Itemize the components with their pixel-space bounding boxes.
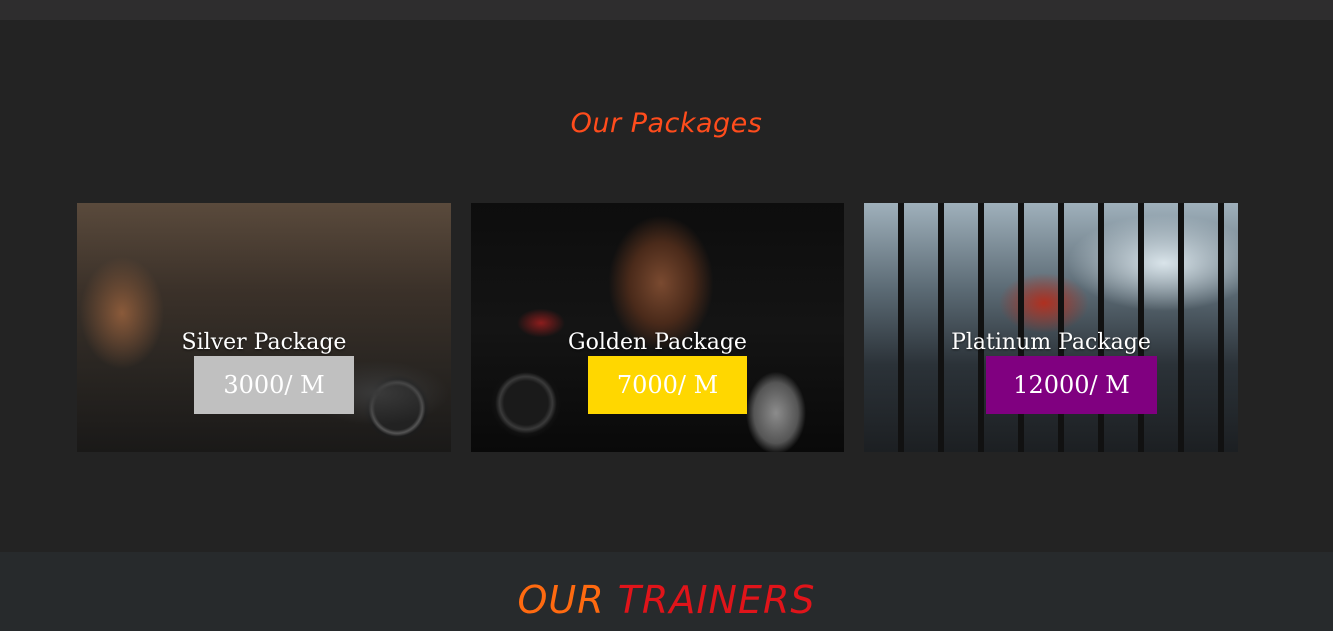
package-name: Silver Package	[181, 330, 347, 355]
platinum-package-photo	[864, 203, 1238, 452]
package-card-golden[interactable]: Golden Package 7000/ M	[471, 203, 844, 452]
top-bar	[0, 0, 1333, 20]
packages-section: Our Packages Silver Package 3000/ M Gold…	[0, 20, 1333, 552]
package-price-button[interactable]: 12000/ M	[986, 356, 1157, 414]
package-card-platinum[interactable]: Platinum Package 12000/ M	[864, 203, 1238, 452]
silver-package-photo	[77, 203, 451, 452]
trainers-section: OUR TRAINERS	[0, 552, 1333, 631]
golden-package-photo	[471, 203, 844, 452]
package-price-button[interactable]: 3000/ M	[194, 356, 354, 414]
package-name: Golden Package	[568, 330, 747, 355]
package-card-silver[interactable]: Silver Package 3000/ M	[77, 203, 451, 452]
packages-title: Our Packages	[570, 108, 763, 139]
trainers-title-trainers: TRAINERS	[617, 578, 816, 622]
package-price-button[interactable]: 7000/ M	[588, 356, 747, 414]
trainers-title-our: OUR	[517, 578, 605, 622]
package-name: Platinum Package	[951, 330, 1151, 355]
trainers-title: OUR TRAINERS	[0, 578, 1333, 622]
